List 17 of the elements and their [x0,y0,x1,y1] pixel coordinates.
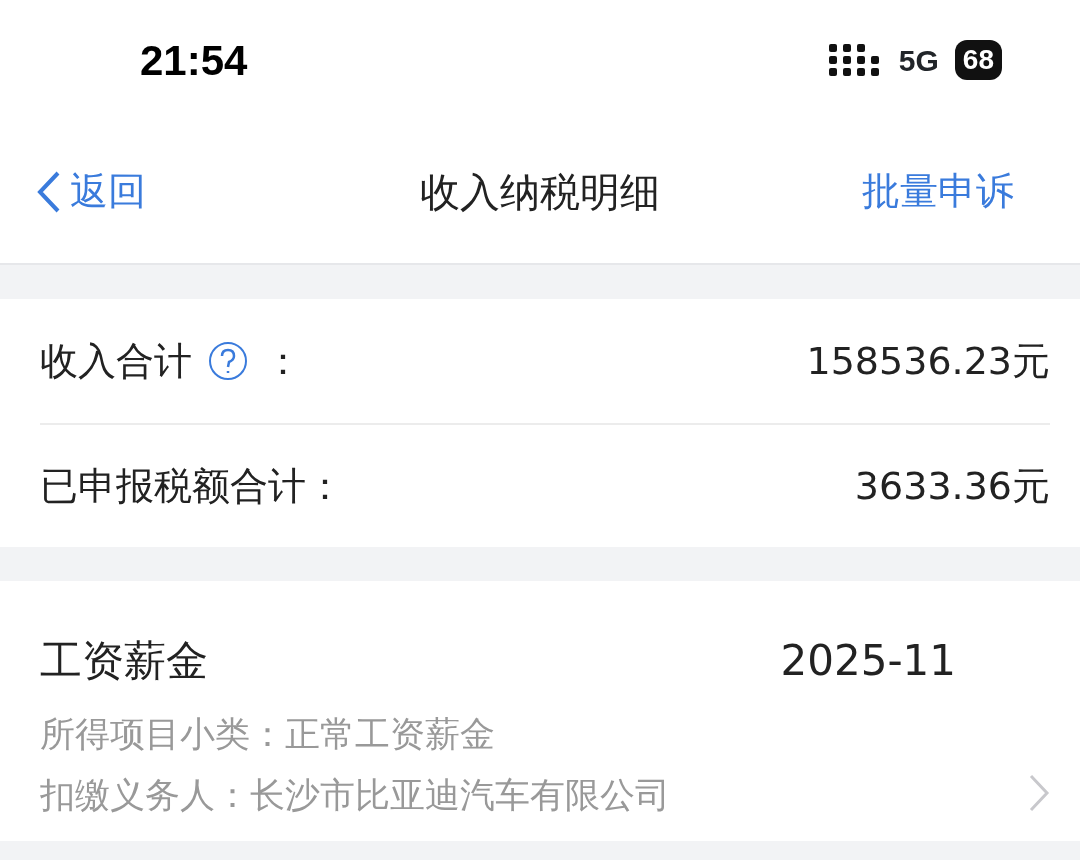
help-icon[interactable] [208,341,248,381]
income-period: 2025-11 [780,635,956,687]
battery-level: 68 [954,40,1002,80]
back-chevron-icon[interactable] [36,169,62,214]
batch-appeal-button[interactable]: 批量申诉 [862,163,1014,220]
summary-value: 3633.36元 [854,462,1050,510]
summary-label: 已申报税额合计： [40,462,344,510]
back-button[interactable]: 返回 [36,163,146,220]
summary-colon: ： [264,337,302,385]
page-title: 收入纳税明细 [420,168,660,215]
income-type: 工资薪金 [40,635,208,687]
summary-value: 158536.23元 [806,337,1050,385]
network-label: 5G [898,42,939,79]
summary-label: 收入合计 [40,337,192,385]
status-time: 21:54 [140,35,248,86]
detail-line: 所得项目小类：正常工资薪金 [40,713,496,756]
detail-line: 扣缴义务人：长沙市比亚迪汽车有限公司 [40,773,670,817]
